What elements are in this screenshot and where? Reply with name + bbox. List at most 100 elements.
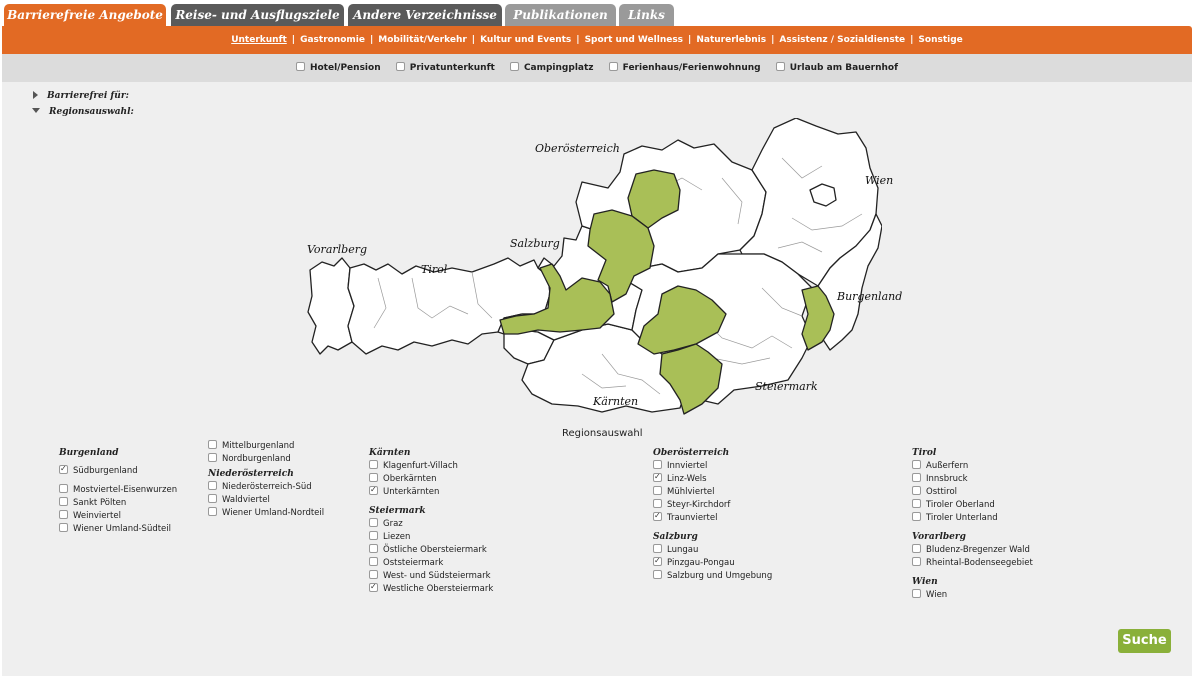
checkbox-graz[interactable]: Graz [369, 518, 493, 531]
checkbox-ausserfern[interactable]: Außerfern [912, 460, 1033, 473]
checkbox-klagenfurt-villach[interactable]: Klagenfurt-Villach [369, 460, 493, 473]
checkbox[interactable] [653, 470, 662, 483]
tab-andere-verzeichnisse[interactable]: Andere Verzeichnisse [348, 4, 502, 26]
checkbox[interactable] [912, 512, 921, 521]
type-ferienhaus[interactable]: Ferienhaus/Ferienwohnung [608, 54, 761, 82]
checkbox[interactable] [653, 570, 662, 579]
checkbox-wien[interactable]: Wien [912, 589, 1033, 602]
tab-reise-ausflugsziele[interactable]: Reise- und Ausflugsziele [171, 4, 344, 26]
checkbox[interactable] [208, 453, 217, 462]
checkbox[interactable] [653, 509, 662, 522]
checkbox-mittelburgenland[interactable]: Mittelburgenland [208, 440, 324, 453]
checkbox[interactable] [912, 557, 921, 566]
checkbox-innsbruck[interactable]: Innsbruck [912, 473, 1033, 486]
checkbox[interactable] [369, 460, 378, 469]
checkbox[interactable] [369, 544, 378, 553]
group-heading: Vorarlberg [912, 532, 966, 542]
checkbox-tiroler-unterland[interactable]: Tiroler Unterland [912, 512, 1033, 525]
checkbox-oberkaernten[interactable]: Oberkärnten [369, 473, 493, 486]
region-vorarlberg[interactable] [307, 257, 355, 355]
checkbox-linz-wels[interactable]: Linz-Wels [653, 470, 772, 486]
checkbox[interactable] [369, 518, 378, 527]
checkbox[interactable] [653, 486, 662, 495]
checkbox-steyr-kirchdorf[interactable]: Steyr-Kirchdorf [653, 499, 772, 512]
austria-region-map[interactable] [282, 118, 882, 418]
checkbox-west-suedsteiermark[interactable]: West- und Südsteiermark [369, 570, 493, 583]
checkbox[interactable] [608, 62, 618, 71]
tab-publikationen[interactable]: Publikationen [505, 4, 616, 26]
group-heading: Steiermark [369, 506, 426, 516]
checkbox-unterkaernten[interactable]: Unterkärnten [369, 483, 493, 499]
toggle-region[interactable]: Regionsauswahl: [32, 107, 134, 117]
checkbox-suedburgenland[interactable]: Südburgenland [59, 462, 177, 478]
checkbox-wiener-umland-sued[interactable]: Wiener Umland-Südteil [59, 523, 177, 536]
type-privat[interactable]: Privatunterkunft [395, 54, 495, 82]
subnav-sport[interactable]: Sport und Wellness [585, 35, 683, 45]
checkbox-rheintal-bodensee[interactable]: Rheintal-Bodenseegebiet [912, 557, 1033, 570]
checkbox-lungau[interactable]: Lungau [653, 544, 772, 557]
checkbox-waldviertel[interactable]: Waldviertel [208, 494, 324, 507]
checkbox-liezen[interactable]: Liezen [369, 531, 493, 544]
checkbox-innviertel[interactable]: Innviertel [653, 460, 772, 473]
checkbox[interactable] [59, 497, 68, 506]
checkbox-traunviertel[interactable]: Traunviertel [653, 509, 772, 525]
checkbox-mostviertel[interactable]: Mostviertel-Eisenwurzen [59, 484, 177, 497]
checkbox[interactable] [369, 531, 378, 540]
toggle-barrierefrei[interactable]: Barrierefrei für: [33, 91, 129, 101]
checkbox[interactable] [369, 570, 378, 579]
checkbox[interactable] [369, 580, 378, 593]
checkbox[interactable] [208, 507, 217, 516]
checkbox[interactable] [775, 62, 785, 71]
subnav-sonstige[interactable]: Sonstige [918, 35, 962, 45]
checkbox[interactable] [369, 557, 378, 566]
checkbox[interactable] [208, 494, 217, 503]
checkbox-muehlviertel[interactable]: Mühlviertel [653, 486, 772, 499]
subnav-unterkunft[interactable]: Unterkunft [231, 35, 287, 45]
type-hotel[interactable]: Hotel/Pension [295, 54, 381, 82]
checkbox[interactable] [912, 589, 921, 598]
subnav-mobilitaet[interactable]: Mobilität/Verkehr [378, 35, 467, 45]
checkbox-sankt-poelten[interactable]: Sankt Pölten [59, 497, 177, 510]
checkbox[interactable] [59, 510, 68, 519]
checkbox[interactable] [912, 486, 921, 495]
checkbox[interactable] [912, 499, 921, 508]
checkbox-bludenz-bregenzer-wald[interactable]: Bludenz-Bregenzer Wald [912, 544, 1033, 557]
checkbox[interactable] [208, 481, 217, 490]
tab-barrierefreie-angebote[interactable]: Barrierefreie Angebote [4, 4, 166, 26]
checkbox[interactable] [369, 483, 378, 496]
checkbox-noe-sued[interactable]: Niederösterreich-Süd [208, 481, 324, 494]
checkbox-wiener-umland-nord[interactable]: Wiener Umland-Nordteil [208, 507, 324, 520]
checkbox[interactable] [59, 523, 68, 532]
checkbox[interactable] [295, 62, 305, 71]
checkbox-osttirol[interactable]: Osttirol [912, 486, 1033, 499]
checkbox-salzburg-umgebung[interactable]: Salzburg und Umgebung [653, 570, 772, 583]
checkbox[interactable] [59, 462, 68, 475]
checkbox[interactable] [653, 554, 662, 567]
checkbox-weinviertel[interactable]: Weinviertel [59, 510, 177, 523]
tab-links[interactable]: Links [619, 4, 674, 26]
checkbox-tiroler-oberland[interactable]: Tiroler Oberland [912, 499, 1033, 512]
subnav-gastronomie[interactable]: Gastronomie [300, 35, 365, 45]
checkbox[interactable] [509, 62, 519, 71]
subnav-naturerlebnis[interactable]: Naturerlebnis [696, 35, 766, 45]
checkbox[interactable] [395, 62, 405, 71]
checkbox[interactable] [653, 460, 662, 469]
checkbox[interactable] [912, 473, 921, 482]
type-bauernhof[interactable]: Urlaub am Bauernhof [775, 54, 898, 82]
checkbox-nordburgenland[interactable]: Nordburgenland [208, 453, 324, 466]
checkbox-oststeiermark[interactable]: Oststeiermark [369, 557, 493, 570]
checkbox[interactable] [59, 484, 68, 493]
checkbox[interactable] [208, 440, 217, 449]
search-button[interactable]: Suche [1118, 629, 1171, 653]
checkbox[interactable] [653, 544, 662, 553]
checkbox[interactable] [653, 499, 662, 508]
subnav-assistenz[interactable]: Assistenz / Sozialdienste [779, 35, 905, 45]
checkbox[interactable] [912, 544, 921, 553]
checkbox-pinzgau-pongau[interactable]: Pinzgau-Pongau [653, 554, 772, 570]
type-camping[interactable]: Campingplatz [509, 54, 594, 82]
subnav-kultur[interactable]: Kultur und Events [480, 35, 571, 45]
checkbox-oestliche-obersteiermark[interactable]: Östliche Obersteiermark [369, 544, 493, 557]
checkbox[interactable] [369, 473, 378, 482]
checkbox-westliche-obersteiermark[interactable]: Westliche Obersteiermark [369, 580, 493, 596]
checkbox[interactable] [912, 460, 921, 469]
